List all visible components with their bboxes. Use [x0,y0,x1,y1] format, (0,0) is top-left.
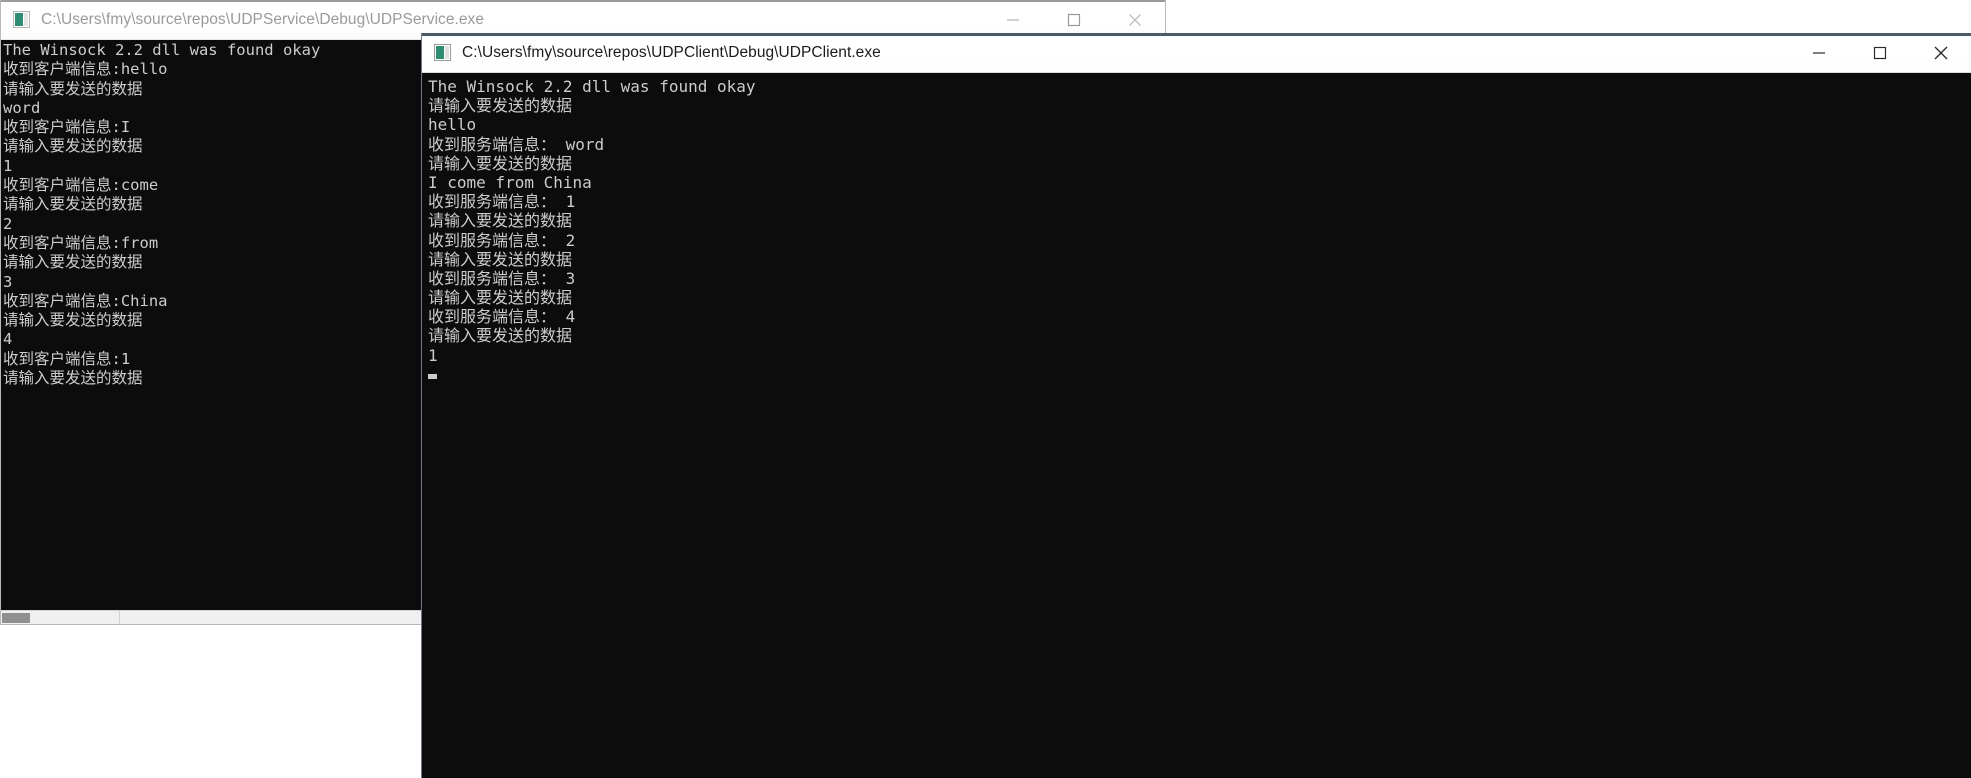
titlebar-udpclient[interactable]: C:\Users\fmy\source\repos\UDPClient\Debu… [422,33,1971,73]
console-line: 请输入要发送的数据 [3,253,143,272]
window-controls-udpclient [1788,33,1971,72]
console-line: 请输入要发送的数据 [428,153,573,173]
console-line: 1 [428,345,438,365]
console-line: 收到客户端信息:China [3,291,168,310]
block-cursor [428,373,437,379]
console-line: 请输入要发送的数据 [428,288,573,308]
window-title-udpservice: C:\Users\fmy\source\repos\UDPService\Deb… [41,10,485,28]
close-button[interactable] [1910,33,1971,72]
console-line: 收到客户端信息:1 [3,349,131,368]
console-window-icon [13,11,30,28]
console-text-block: The Winsock 2.2 dll was found okay 请输入要发送… [422,73,756,384]
console-line: 请输入要发送的数据 [3,195,143,214]
console-line: 请输入要发送的数据 [3,79,143,98]
console-line: 收到服务端信息： 1 [428,192,576,212]
console-line: 请输入要发送的数据 [428,249,573,269]
console-line: 请输入要发送的数据 [428,96,573,116]
console-line: 收到客户端信息:hello [3,60,168,79]
console-line: word [3,98,41,117]
console-line: 收到服务端信息： 3 [428,268,576,288]
console-line: I come from China [428,172,592,192]
console-text-block: The Winsock 2.2 dll was found okay 收到客户端信… [1,40,320,388]
console-line: 请输入要发送的数据 [428,211,573,231]
console-line: 请输入要发送的数据 [3,369,143,388]
desktop-screen: C:\Users\fmy\source\repos\UDPService\Deb… [0,0,1971,778]
maximize-button[interactable] [1849,33,1910,72]
console-cursor-line [428,365,756,384]
console-line: 4 [3,330,13,349]
console-line: 3 [3,272,13,291]
console-output-udpclient[interactable]: The Winsock 2.2 dll was found okay 请输入要发送… [422,73,1971,778]
console-line: hello [428,115,477,135]
console-line: 请输入要发送的数据 [428,326,573,346]
console-line: 收到客户端信息:from [3,233,159,252]
console-line: 2 [3,214,13,233]
console-line: 收到服务端信息： 4 [428,307,576,327]
console-window-icon [434,44,451,61]
console-line: The Winsock 2.2 dll was found okay [428,77,756,96]
console-line: The Winsock 2.2 dll was found okay [3,41,321,59]
console-line: 请输入要发送的数据 [3,311,143,330]
scrollbar-thumb[interactable] [2,613,30,623]
console-window-udpclient[interactable]: C:\Users\fmy\source\repos\UDPClient\Debu… [421,33,1971,778]
console-line: 请输入要发送的数据 [3,137,143,156]
console-line: 收到服务端信息： 2 [428,230,576,250]
console-line: 收到客户端信息:I [3,118,131,137]
bottom-strip-separator [119,611,120,624]
window-title-udpclient: C:\Users\fmy\source\repos\UDPClient\Debu… [462,43,881,61]
console-line: 收到服务端信息： word [428,134,605,154]
minimize-button[interactable] [1788,33,1849,72]
titlebar-top-edge [1,0,1165,2]
titlebar-top-edge [422,33,1971,36]
console-line: 1 [3,156,13,175]
console-line: 收到客户端信息:come [3,176,159,195]
